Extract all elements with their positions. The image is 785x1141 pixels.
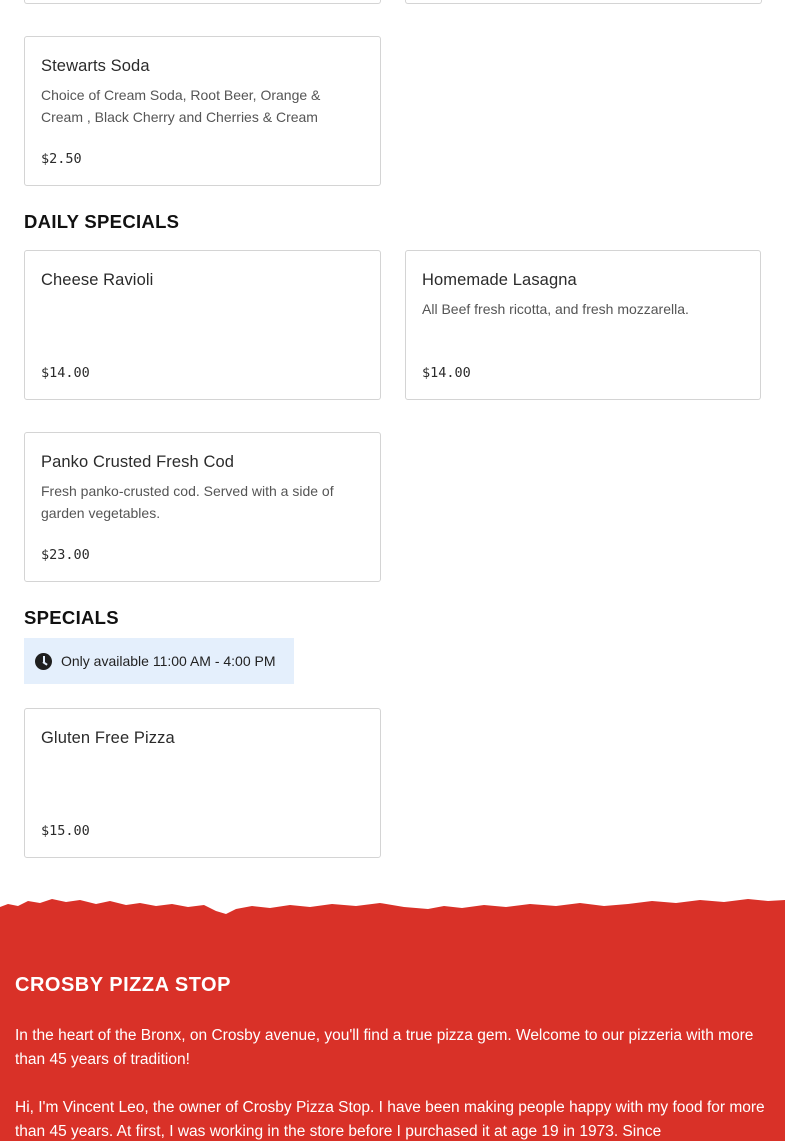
menu-item-description: Choice of Cream Soda, Root Beer, Orange … — [41, 87, 321, 125]
torn-paper-edge — [0, 899, 785, 919]
availability-banner: Only available 11:00 AM - 4:00 PM — [24, 638, 294, 684]
menu-item-card[interactable]: Stewarts Soda Choice of Cream Soda, Root… — [24, 36, 381, 186]
footer-brand: CROSBY PIZZA STOP — [15, 974, 231, 996]
menu-item-name: Stewarts Soda — [41, 57, 150, 75]
menu-item-price: $14.00 — [422, 365, 471, 381]
menu-item-card[interactable]: Panko Crusted Fresh Cod Fresh panko-crus… — [24, 432, 381, 582]
clock-icon — [35, 652, 52, 670]
section-title-specials: SPECIALS — [24, 607, 119, 628]
footer: CROSBY PIZZA STOP In the heart of the Br… — [0, 895, 785, 1141]
footer-paragraph: Hi, I'm Vincent Leo, the owner of Crosby… — [15, 1099, 765, 1140]
menu-item-price: $14.00 — [41, 365, 90, 381]
menu-item-name: Homemade Lasagna — [422, 271, 577, 289]
footer-paragraph: In the heart of the Bronx, on Crosby ave… — [15, 1027, 754, 1068]
menu-item-name: Gluten Free Pizza — [41, 729, 175, 747]
menu-item-price: $23.00 — [41, 547, 90, 563]
menu-item-price: $2.50 — [41, 151, 82, 167]
menu-item-price: $15.00 — [41, 823, 90, 839]
menu-item-name: Cheese Ravioli — [41, 271, 154, 289]
menu-item-card[interactable]: Cheese Ravioli $14.00 — [24, 250, 381, 400]
menu-item-card[interactable]: Gluten Free Pizza $15.00 — [24, 708, 381, 858]
menu-item-description: Fresh panko-crusted cod. Served with a s… — [41, 483, 334, 521]
menu-item-card-partial[interactable] — [405, 0, 762, 4]
menu-item-description: All Beef fresh ricotta, and fresh mozzar… — [422, 301, 689, 317]
menu-item-name: Panko Crusted Fresh Cod — [41, 453, 235, 471]
section-title-daily-specials: DAILY SPECIALS — [24, 211, 180, 232]
menu-item-card[interactable]: Homemade Lasagna All Beef fresh ricotta,… — [405, 250, 761, 400]
menu-item-card-partial[interactable] — [24, 0, 381, 4]
availability-text: Only available 11:00 AM - 4:00 PM — [61, 653, 276, 669]
